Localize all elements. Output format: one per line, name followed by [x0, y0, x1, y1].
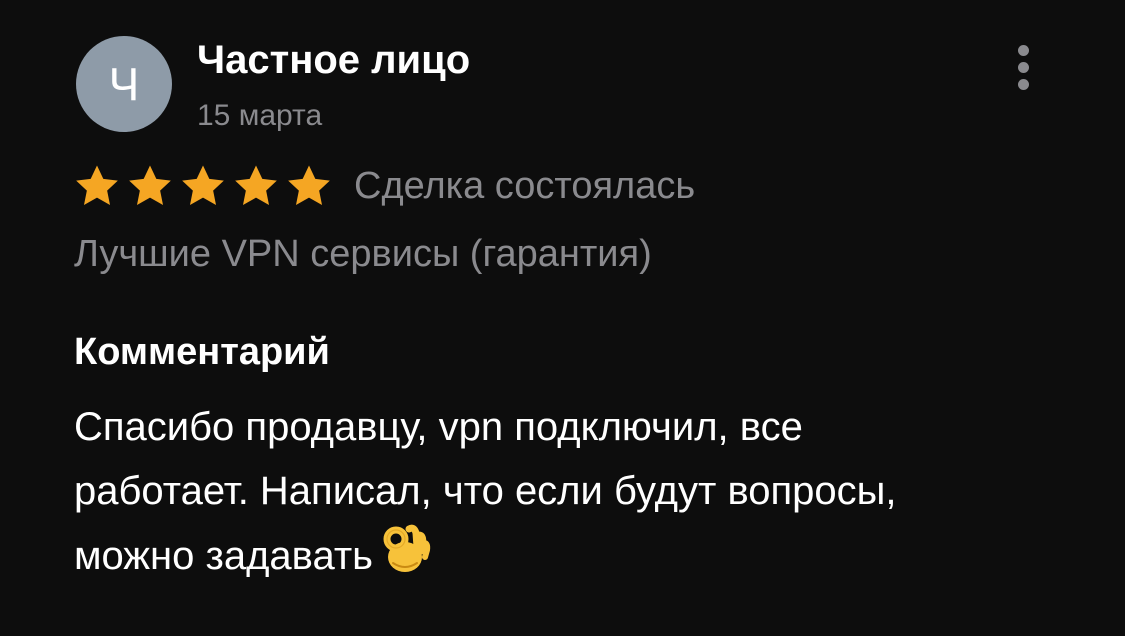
star-rating [74, 164, 332, 208]
avatar-initial: Ч [108, 58, 140, 110]
star-icon [233, 164, 279, 208]
author-name[interactable]: Частное лицо [197, 38, 470, 83]
product-name[interactable]: Лучшие VPN сервисы (гарантия) [74, 233, 652, 276]
more-options-button[interactable] [1004, 40, 1042, 94]
review-card: Ч Частное лицо 15 марта Сделка состоялас… [0, 0, 1125, 636]
rating-row: Сделка состоялась [74, 162, 695, 210]
review-date: 15 марта [197, 99, 323, 132]
comment-heading: Комментарий [74, 331, 330, 373]
star-icon [180, 164, 226, 208]
comment-line: Спасибо продавцу, vpn подключил, все [74, 405, 803, 449]
star-icon [286, 164, 332, 208]
comment-line: можно задавать [74, 534, 374, 579]
star-icon [127, 164, 173, 208]
comment-text: Спасибо продавцу, vpn подключил, все раб… [74, 395, 1074, 594]
more-vertical-icon-dot [1017, 61, 1029, 73]
more-vertical-icon-dot [1017, 78, 1029, 90]
star-icon [74, 164, 120, 208]
avatar[interactable]: Ч [76, 36, 172, 132]
comment-line: работает. Написал, что если будут вопрос… [74, 469, 897, 513]
deal-status: Сделка состоялась [354, 164, 696, 207]
comment-line-last: можно задавать [74, 523, 1074, 594]
more-vertical-icon [1017, 44, 1029, 56]
ok-hand-emoji-icon [381, 523, 431, 594]
